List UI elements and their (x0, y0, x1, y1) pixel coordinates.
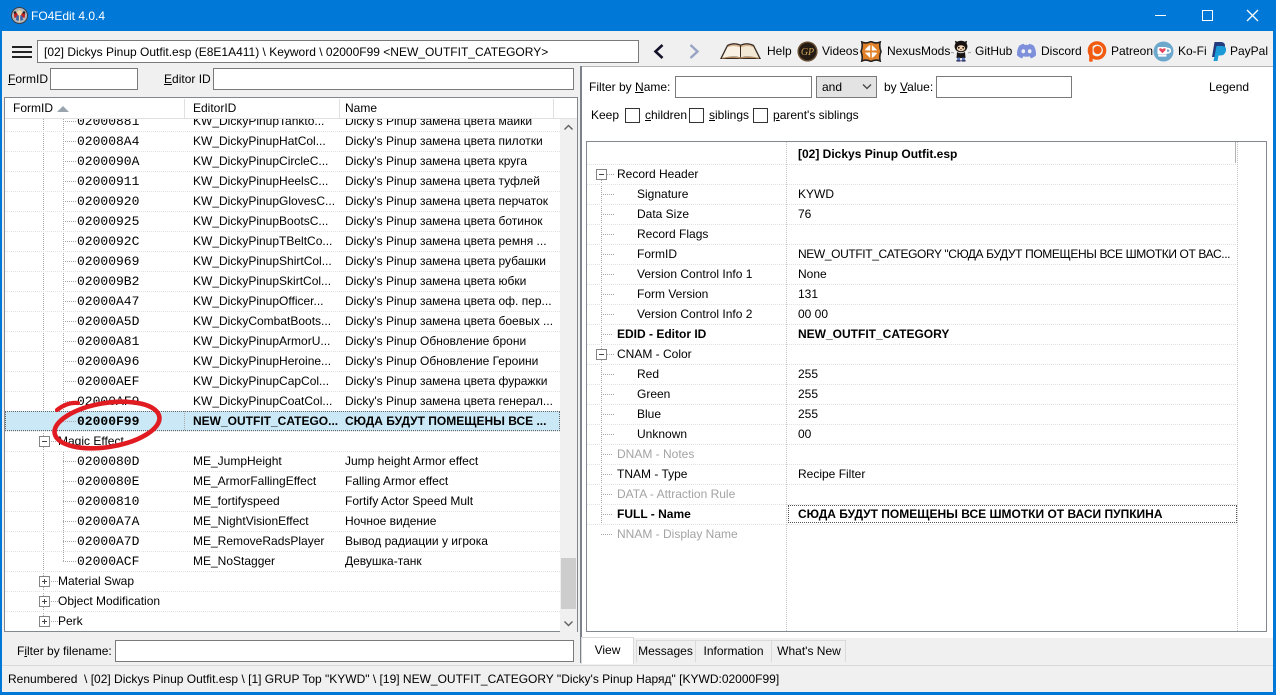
svg-text:GP: GP (801, 47, 814, 58)
